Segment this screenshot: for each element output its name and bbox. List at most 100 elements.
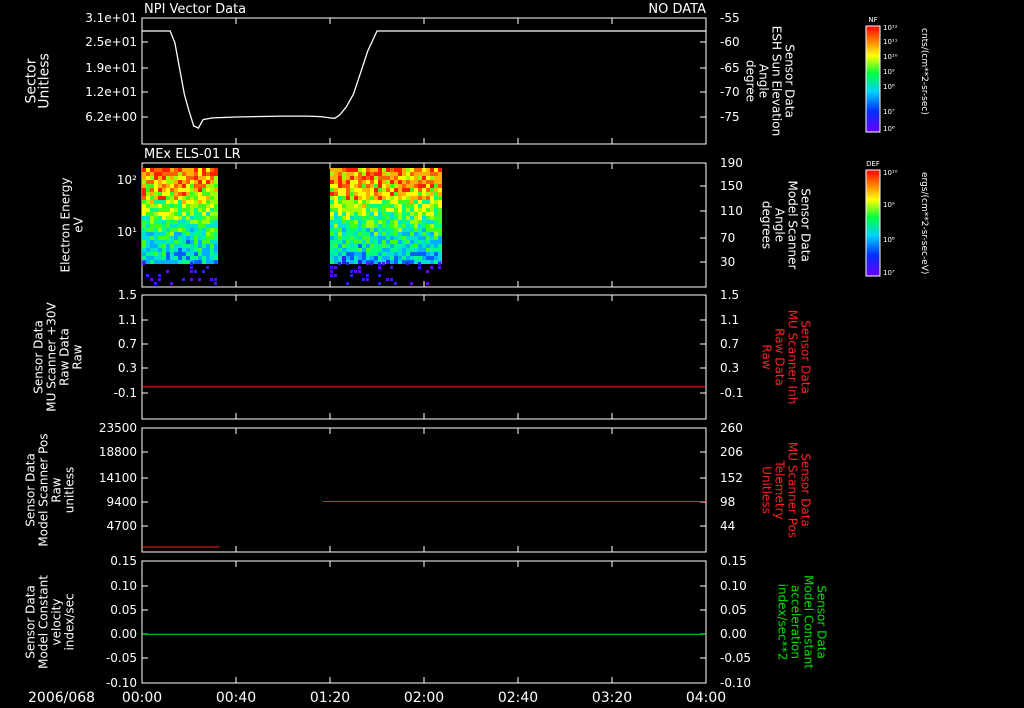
spectrogram-cell bbox=[210, 232, 214, 236]
spectrogram-cell bbox=[214, 196, 218, 200]
panel-3-left-tick-label: 0.3 bbox=[118, 361, 137, 375]
spectrogram-cell bbox=[414, 196, 418, 200]
spectrogram-cell bbox=[394, 216, 398, 220]
spectrogram-cell bbox=[342, 220, 346, 224]
spectrogram-cell bbox=[426, 176, 430, 180]
spectrogram-cell bbox=[178, 236, 182, 240]
spectrogram-cell bbox=[438, 176, 442, 180]
spectrogram-cell bbox=[182, 216, 186, 220]
spectrogram-cell bbox=[338, 244, 342, 248]
spectrogram-cell bbox=[382, 208, 386, 212]
spectrogram-cell bbox=[182, 224, 186, 228]
spectrogram-cell bbox=[174, 204, 178, 208]
spectrogram-cell bbox=[382, 168, 386, 172]
spectrogram-cell bbox=[146, 216, 150, 220]
spectrogram-cell bbox=[354, 216, 358, 220]
spectrogram-cell bbox=[210, 220, 214, 224]
colorbar-def-m1: 10⁹ bbox=[883, 201, 895, 209]
spectrogram-cell bbox=[378, 240, 382, 244]
spectrogram-cell bbox=[206, 192, 210, 196]
spectrogram-cell bbox=[334, 228, 338, 232]
spectrogram-cell bbox=[358, 216, 362, 220]
spectrogram-cell bbox=[378, 208, 382, 212]
spectrogram-cell bbox=[362, 216, 366, 220]
spectrogram-cell bbox=[338, 236, 342, 240]
spectrogram-cell bbox=[390, 208, 394, 212]
spectrogram-cell bbox=[430, 192, 434, 196]
spectrogram-cell bbox=[198, 256, 202, 260]
spectrogram-cell bbox=[374, 196, 378, 200]
spectrogram-cell bbox=[142, 168, 146, 172]
spectrogram-cell bbox=[434, 252, 438, 256]
spectrogram-cell bbox=[386, 180, 390, 184]
spectrogram-cell bbox=[166, 244, 170, 248]
spectrogram-cell bbox=[174, 244, 178, 248]
spectrogram-cell bbox=[170, 212, 174, 216]
spectrogram-cell bbox=[206, 180, 210, 184]
spectrogram-cell bbox=[190, 262, 193, 265]
spectrogram-cell bbox=[346, 216, 350, 220]
spectrogram-cell bbox=[410, 208, 414, 212]
panel-4-frame bbox=[141, 427, 707, 553]
spectrogram-cell bbox=[158, 180, 162, 184]
spectrogram-cell bbox=[182, 260, 186, 264]
spectrogram-cell bbox=[162, 184, 166, 188]
panel-3-left-label-line: MU Scanner +30V bbox=[45, 302, 59, 412]
spectrogram-cell bbox=[354, 192, 358, 196]
spectrogram-cell bbox=[354, 232, 358, 236]
spectrogram-cell bbox=[330, 204, 334, 208]
spectrogram-cell bbox=[354, 188, 358, 192]
spectrogram-cell bbox=[350, 232, 354, 236]
spectrogram-cell bbox=[206, 266, 209, 269]
spectrogram-cell bbox=[154, 192, 158, 196]
spectrogram-cell bbox=[198, 212, 202, 216]
panel-5-right-tick-label: -0.05 bbox=[720, 651, 751, 665]
spectrogram-cell bbox=[342, 188, 346, 192]
spectrogram-cell bbox=[370, 184, 374, 188]
spectrogram-cell bbox=[198, 192, 202, 196]
spectrogram-cell bbox=[438, 236, 442, 240]
spectrogram-cell bbox=[358, 260, 362, 264]
spectrogram-cell bbox=[438, 228, 442, 232]
spectrogram-cell bbox=[190, 228, 194, 232]
panel-3-right-tick-label: 1.1 bbox=[720, 313, 739, 327]
panel-1-right-label-line: Sensor Data bbox=[783, 44, 797, 118]
spectrogram-cell bbox=[430, 216, 434, 220]
panel-5-left-tick-label: 0.05 bbox=[110, 603, 137, 617]
spectrogram-cell bbox=[386, 200, 390, 204]
spectrogram-cell bbox=[378, 168, 382, 172]
colorbar-def-title: DEF bbox=[866, 160, 880, 168]
panel-1-right-tick-label: -60 bbox=[720, 35, 740, 49]
spectrogram-cell bbox=[414, 244, 418, 248]
spectrogram-cell bbox=[430, 244, 434, 248]
spectrogram-cell bbox=[374, 172, 378, 176]
spectrogram-cell bbox=[154, 228, 158, 232]
spectrogram-cell bbox=[178, 252, 182, 256]
spectrogram-cell bbox=[382, 224, 386, 228]
spectrogram-cell bbox=[426, 180, 430, 184]
spectrogram-cell bbox=[342, 168, 346, 172]
spectrogram-cell bbox=[190, 248, 194, 252]
spectrogram-cell bbox=[202, 236, 206, 240]
spectrogram-cell bbox=[410, 282, 413, 285]
spectrogram-cell bbox=[426, 240, 430, 244]
spectrogram-cell bbox=[142, 212, 146, 216]
panel-1-left-label-line: Unitless bbox=[37, 53, 53, 109]
spectrogram-cell bbox=[330, 270, 333, 273]
spectrogram-cell bbox=[158, 176, 162, 180]
spectrogram-cell bbox=[154, 180, 158, 184]
spectrogram-cell bbox=[366, 274, 369, 277]
spectrogram-cell bbox=[186, 180, 190, 184]
spectrogram-cell bbox=[378, 212, 382, 216]
spectrogram-cell bbox=[170, 192, 174, 196]
date-label: 2006/068 bbox=[28, 690, 95, 706]
spectrogram-cell bbox=[406, 216, 410, 220]
spectrogram-cell bbox=[434, 256, 438, 260]
spectrogram-cell bbox=[178, 216, 182, 220]
spectrogram-cell bbox=[398, 180, 402, 184]
spectrogram-cell bbox=[178, 192, 182, 196]
spectrogram-cell bbox=[402, 240, 406, 244]
spectrogram-cell bbox=[438, 208, 442, 212]
spectrogram-cell bbox=[342, 244, 346, 248]
spectrogram-cell bbox=[426, 168, 430, 172]
